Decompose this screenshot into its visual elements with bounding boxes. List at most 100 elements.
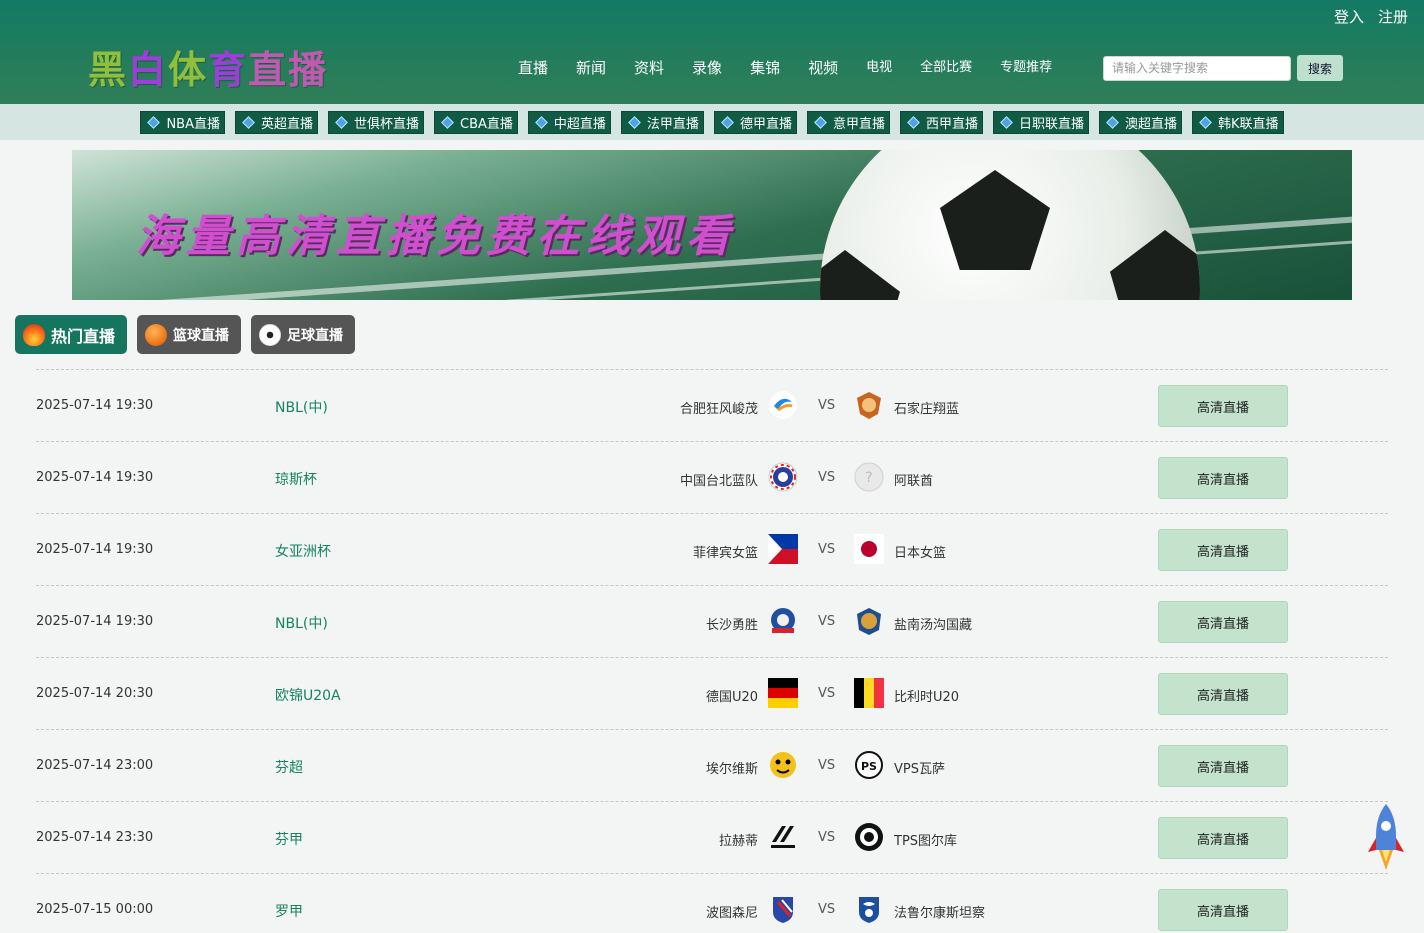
tab-label: 篮球直播 xyxy=(173,327,230,344)
basketball-icon xyxy=(145,323,168,346)
hd-live-button[interactable]: 高清直播 xyxy=(1158,673,1288,715)
league-link-cba[interactable]: CBA直播 xyxy=(434,110,518,134)
league-link-a-league[interactable]: 澳超直播 xyxy=(1099,110,1183,134)
league-link-k-league[interactable]: 韩K联直播 xyxy=(1192,110,1284,134)
match-time: 2025-07-14 23:30 xyxy=(36,830,154,845)
diamond-icon xyxy=(628,115,641,129)
league-link-club-world-cup[interactable]: 世俱杯直播 xyxy=(328,110,425,134)
nav-highlights[interactable]: 集锦 xyxy=(736,54,794,82)
hd-live-button[interactable]: 高清直播 xyxy=(1158,457,1288,499)
soccer-ball-image xyxy=(820,150,1200,300)
vs-label: VS xyxy=(818,758,836,773)
league-label: 澳超直播 xyxy=(1125,116,1178,132)
league-label: 法甲直播 xyxy=(646,116,699,132)
match-time: 2025-07-14 19:30 xyxy=(36,470,154,485)
nav-video[interactable]: 视频 xyxy=(794,54,852,82)
match-league-link[interactable]: 芬超 xyxy=(275,757,303,777)
search-input[interactable] xyxy=(1103,55,1291,81)
match-list: 2025-07-14 19:30 NBL(中) 合肥狂风峻茂 VS 石家庄翔蓝 … xyxy=(36,369,1388,933)
hd-live-button[interactable]: 高清直播 xyxy=(1158,601,1288,643)
home-team-logo xyxy=(769,391,797,419)
site-logo[interactable]: 黑 白 体 育 直 播 xyxy=(88,46,328,94)
match-league-link[interactable]: NBL(中) xyxy=(275,397,328,417)
league-label: 中超直播 xyxy=(553,116,606,132)
hd-live-button[interactable]: 高清直播 xyxy=(1158,385,1288,427)
category-tabs: 热门直播 篮球直播 足球直播 xyxy=(15,315,356,354)
league-link-nba[interactable]: NBA直播 xyxy=(140,110,225,134)
match-league-link[interactable]: 欧锦U20A xyxy=(275,685,341,705)
promo-banner[interactable]: 海量高清直播免费在线观看 xyxy=(72,150,1352,300)
hd-live-button[interactable]: 高清直播 xyxy=(1158,817,1288,859)
diamond-icon xyxy=(814,115,827,129)
league-link-ligue1[interactable]: 法甲直播 xyxy=(620,110,704,134)
match-league-link[interactable]: 琼斯杯 xyxy=(275,469,317,489)
search-button[interactable]: 搜索 xyxy=(1297,55,1343,81)
match-row: 2025-07-14 23:30 芬甲 拉赫蒂 VS TPS图尔库 高清直播 xyxy=(36,801,1388,873)
tab-football-live[interactable]: 足球直播 xyxy=(251,315,356,354)
fire-icon xyxy=(23,323,45,346)
diamond-icon xyxy=(721,115,734,129)
nav-news[interactable]: 新闻 xyxy=(562,54,620,82)
japan-flag-icon xyxy=(854,534,884,564)
league-label: 世俱杯直播 xyxy=(354,116,420,132)
nav-featured[interactable]: 专题推荐 xyxy=(986,54,1066,82)
match-time: 2025-07-14 20:30 xyxy=(36,686,154,701)
vs-label: VS xyxy=(818,470,836,485)
vs-label: VS xyxy=(818,902,836,917)
nav-tv[interactable]: 电视 xyxy=(852,54,906,82)
match-league-link[interactable]: 芬甲 xyxy=(275,829,303,849)
league-label: 日职联直播 xyxy=(1018,116,1084,132)
match-row: 2025-07-14 19:30 NBL(中) 长沙勇胜 VS 盐南汤沟国藏 高… xyxy=(36,585,1388,657)
svg-text:?: ? xyxy=(865,470,872,486)
home-team-name: 波图森尼 xyxy=(705,906,758,921)
match-league-link[interactable]: 罗甲 xyxy=(275,901,303,921)
main-nav: 直播 新闻 资料 录像 集锦 视频 电视 全部比赛 专题推荐 xyxy=(504,54,1066,82)
svg-text:PS: PS xyxy=(861,760,877,773)
vs-label: VS xyxy=(818,398,836,413)
hd-live-button[interactable]: 高清直播 xyxy=(1158,745,1288,787)
logo-char: 黑 xyxy=(88,48,129,92)
match-row: 2025-07-14 19:30 女亚洲杯 菲律宾女篮 VS 日本女篮 高清直播 xyxy=(36,513,1388,585)
tab-basketball-live[interactable]: 篮球直播 xyxy=(137,315,242,354)
hd-live-button[interactable]: 高清直播 xyxy=(1158,529,1288,571)
diamond-icon xyxy=(1106,115,1119,129)
league-link-csl[interactable]: 中超直播 xyxy=(527,110,611,134)
league-link-bundesliga[interactable]: 德甲直播 xyxy=(713,110,797,134)
vs-label: VS xyxy=(818,686,836,701)
nav-live[interactable]: 直播 xyxy=(504,54,562,82)
away-team-logo xyxy=(857,608,881,635)
away-team-name: 日本女篮 xyxy=(894,546,947,561)
nav-data[interactable]: 资料 xyxy=(620,54,678,82)
league-label: NBA直播 xyxy=(166,116,220,132)
match-league-link[interactable]: NBL(中) xyxy=(275,613,328,633)
tab-label: 热门直播 xyxy=(51,326,116,346)
match-row: 2025-07-15 00:00 罗甲 波图森尼 VS 法鲁尔康斯坦察 高清直播 xyxy=(36,873,1388,933)
register-link[interactable]: 注册 xyxy=(1378,6,1408,27)
home-team-logo xyxy=(770,752,796,778)
back-to-top-rocket-icon[interactable] xyxy=(1366,802,1406,874)
league-link-j-league[interactable]: 日职联直播 xyxy=(992,110,1089,134)
logo-char: 直 xyxy=(248,48,289,92)
home-team-logo xyxy=(773,897,793,923)
diamond-icon xyxy=(535,115,548,129)
away-team-logo: PS xyxy=(855,751,883,779)
hd-live-button[interactable]: 高清直播 xyxy=(1158,889,1288,931)
nav-all-matches[interactable]: 全部比赛 xyxy=(906,54,986,82)
league-link-serie-a[interactable]: 意甲直播 xyxy=(806,110,890,134)
away-team-name: TPS图尔库 xyxy=(894,834,958,849)
league-label: CBA直播 xyxy=(460,116,513,132)
nav-replay[interactable]: 录像 xyxy=(678,54,736,82)
login-link[interactable]: 登入 xyxy=(1334,6,1364,27)
tab-hot-live[interactable]: 热门直播 xyxy=(15,315,128,354)
match-row: 2025-07-14 19:30 NBL(中) 合肥狂风峻茂 VS 石家庄翔蓝 … xyxy=(36,369,1388,441)
league-label: 德甲直播 xyxy=(739,116,792,132)
away-team-logo xyxy=(859,897,879,923)
league-link-la-liga[interactable]: 西甲直播 xyxy=(899,110,983,134)
home-team-name: 德国U20 xyxy=(705,690,758,705)
search-bar: 搜索 xyxy=(1103,55,1343,81)
philippines-flag-icon xyxy=(768,534,798,564)
match-league-link[interactable]: 女亚洲杯 xyxy=(275,541,331,561)
away-team-logo xyxy=(857,392,881,419)
league-link-epl[interactable]: 英超直播 xyxy=(234,110,318,134)
home-team-name: 中国台北蓝队 xyxy=(679,474,758,489)
